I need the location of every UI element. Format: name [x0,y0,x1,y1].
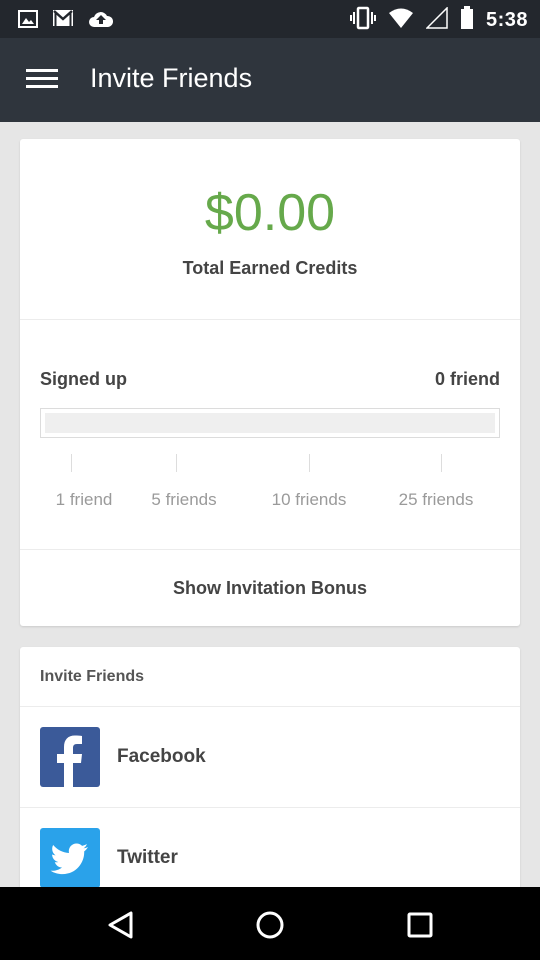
status-time: 5:38 [485,9,528,31]
progress-track [45,413,495,433]
milestone-tick [309,454,310,472]
system-nav-bar [0,887,540,960]
home-icon[interactable] [252,907,288,943]
twitter-icon [40,828,100,888]
share-facebook-row[interactable]: Facebook [20,707,520,807]
milestone-tick [441,454,442,472]
credits-label: Total Earned Credits [182,258,358,278]
signup-label: Signed up [40,369,127,389]
page-title: Invite Friends [90,63,253,93]
gmail-icon [52,9,74,34]
battery-icon [460,6,474,35]
divider [20,319,520,320]
wifi-icon [388,7,414,34]
credits-amount: $0.00 [204,184,336,242]
milestone-tick [176,454,177,472]
back-icon[interactable] [102,907,138,943]
signup-count: 0 friend [434,369,500,389]
milestone-tick [71,454,72,472]
share-option-label: Twitter [117,847,178,868]
credits-card: $0.00 Total Earned Credits Signed up 0 f… [20,139,520,626]
invite-section-header: Invite Friends [40,668,145,685]
facebook-icon [40,727,100,787]
image-icon [18,9,38,34]
milestone-label: 10 friends [271,490,347,509]
show-invitation-bonus-button[interactable]: Show Invitation Bonus [20,550,520,626]
app-bar: Invite Friends [0,38,540,122]
vibrate-icon [349,6,376,35]
milestone-label: 5 friends [151,490,217,509]
cloud-upload-icon [88,9,114,34]
milestone-label: 25 friends [398,490,474,509]
signup-progress-bar [40,408,500,438]
milestone-label: 1 friend [55,490,113,509]
invite-card: Invite Friends Facebook Twitter [20,647,520,907]
recents-icon[interactable] [402,907,438,943]
status-bar: 5:38 [0,0,540,38]
share-option-label: Facebook [117,746,206,767]
signal-icon [425,6,448,34]
hamburger-menu-icon[interactable] [26,68,58,92]
